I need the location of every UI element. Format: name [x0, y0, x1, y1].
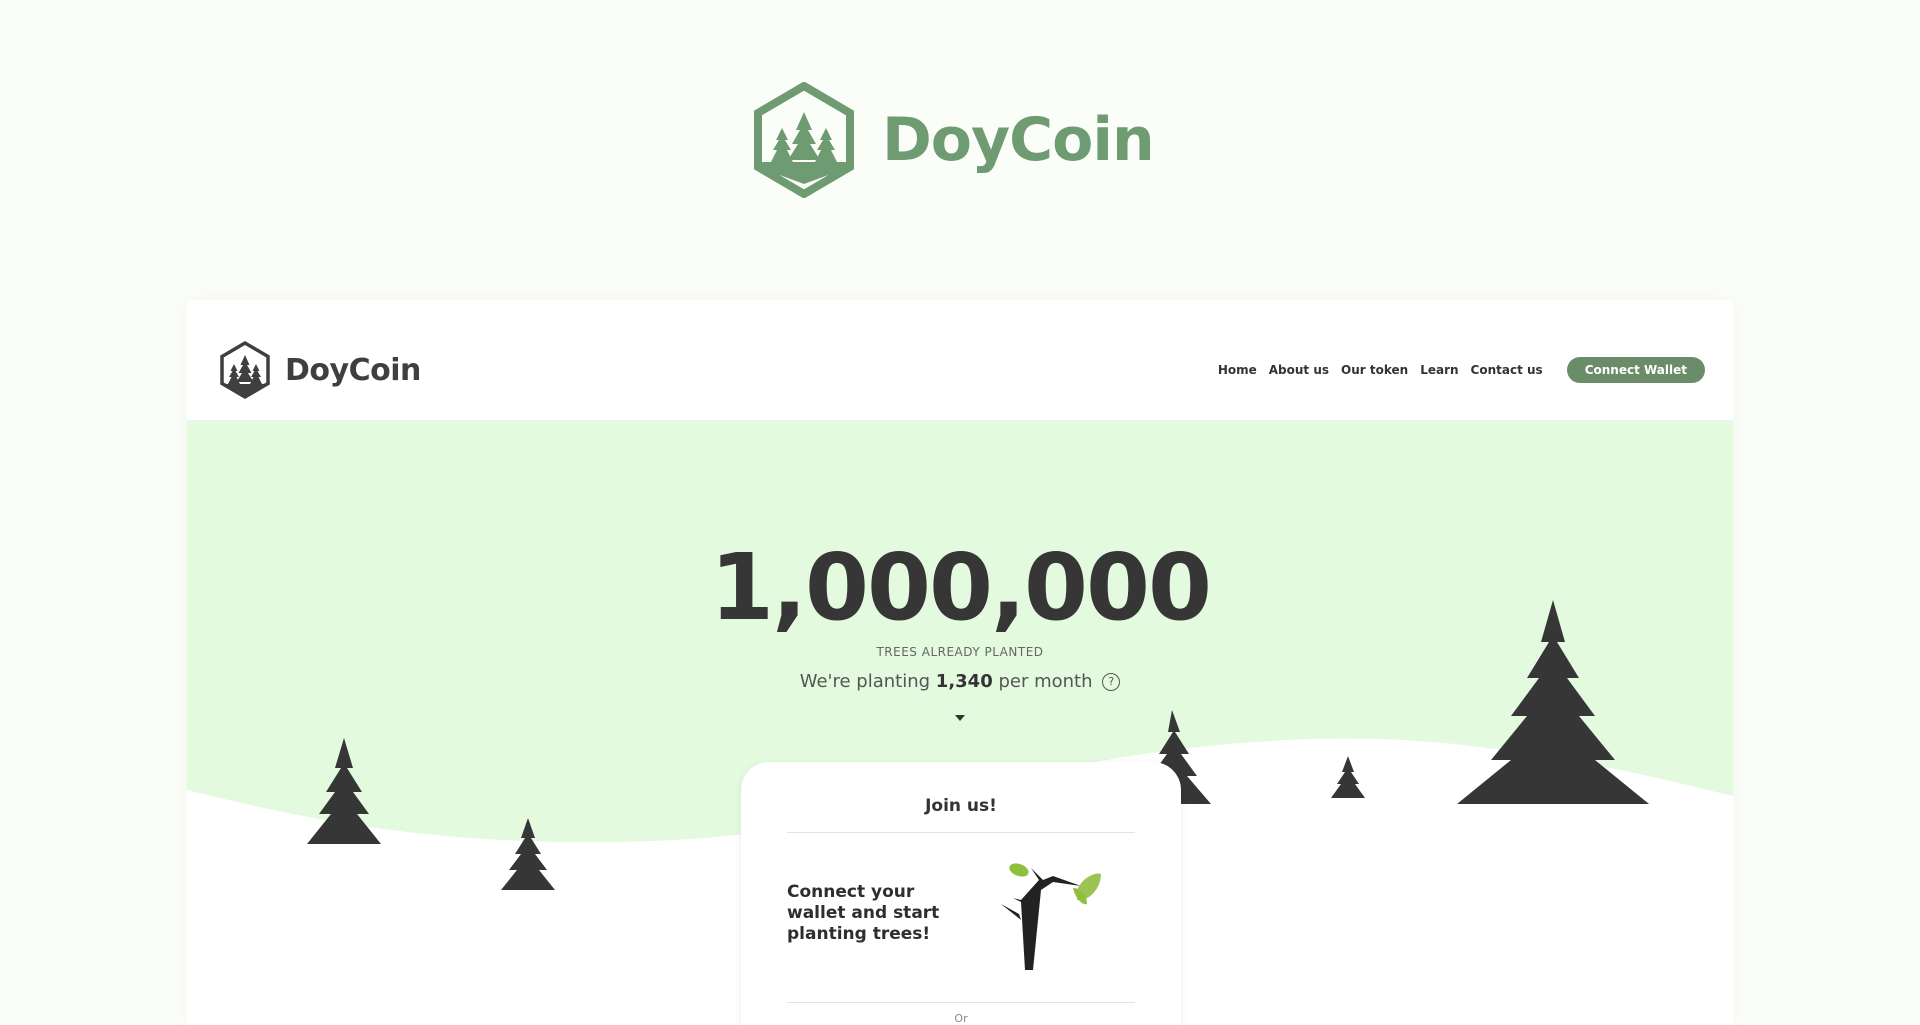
- trees-planted-label: TREES ALREADY PLANTED: [876, 645, 1044, 659]
- sprout-tree-icon: [1001, 863, 1101, 970]
- join-title: Join us!: [925, 796, 997, 816]
- trees-planted-count: 1,000,000: [710, 534, 1212, 641]
- nav-link-home[interactable]: Home: [1218, 363, 1257, 377]
- nav-link-contact-us[interactable]: Contact us: [1471, 363, 1543, 377]
- website-preview: DoyCoin Home About us Our token Learn Co…: [187, 300, 1733, 1025]
- rate-prefix: We're planting: [799, 671, 931, 692]
- join-card: Join us! Connect your wallet and start p…: [741, 762, 1181, 1025]
- planting-rate: We're planting 1,340 per month ?: [187, 671, 1733, 692]
- divider: [787, 832, 1135, 833]
- hero-section: 1,000,000 TREES ALREADY PLANTED We're pl…: [187, 420, 1733, 1025]
- hexagon-tree-logo-icon: [220, 340, 270, 400]
- brand-wordmark: DoyCoin: [285, 352, 421, 388]
- hero-logo-wordmark: DoyCoin: [882, 105, 1155, 175]
- join-text: Connect your wallet and start planting t…: [787, 882, 940, 944]
- or-separator: Or: [954, 1012, 968, 1025]
- rate-value: 1,340: [935, 671, 993, 692]
- nav-link-our-token[interactable]: Our token: [1341, 363, 1408, 377]
- connect-wallet-button[interactable]: Connect Wallet: [1566, 357, 1705, 383]
- question-circle-icon[interactable]: ?: [1102, 673, 1121, 691]
- navbar: DoyCoin Home About us Our token Learn Co…: [187, 300, 1733, 420]
- rate-suffix: per month: [998, 671, 1093, 692]
- hexagon-tree-logo-icon: [754, 82, 854, 198]
- scroll-down-icon[interactable]: [955, 715, 965, 721]
- main-nav: Home About us Our token Learn Contact us…: [1206, 357, 1705, 383]
- divider: [787, 1002, 1135, 1003]
- hero-logo: DoyCoin: [752, 82, 1155, 198]
- brand[interactable]: DoyCoin: [219, 340, 421, 400]
- nav-link-about-us[interactable]: About us: [1269, 363, 1329, 377]
- nav-link-learn[interactable]: Learn: [1420, 363, 1458, 377]
